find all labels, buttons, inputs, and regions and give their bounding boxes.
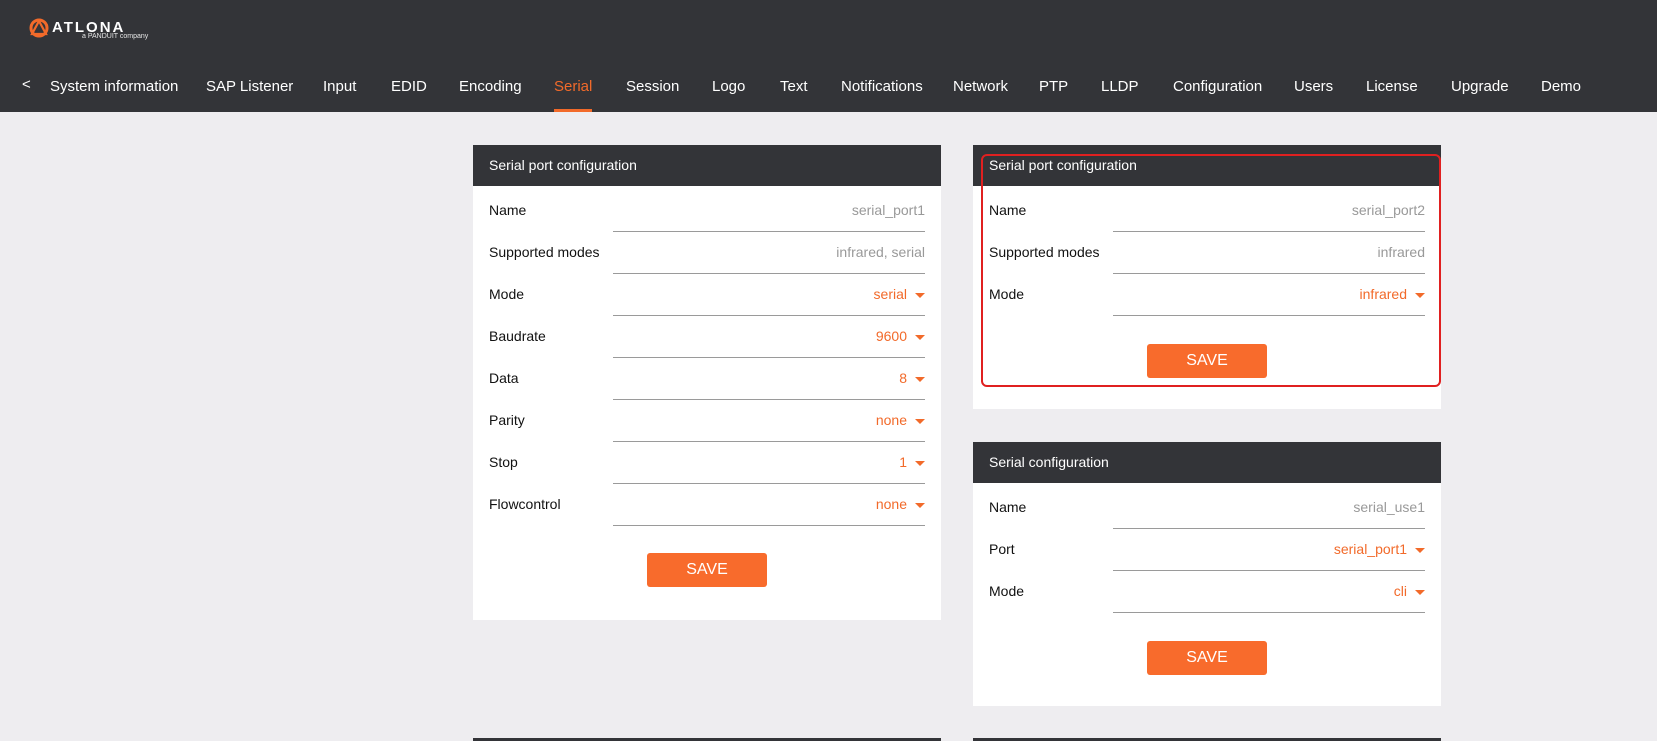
parity-row: Parity none bbox=[473, 400, 941, 442]
name-field[interactable]: serial_port1 bbox=[613, 190, 925, 232]
chevron-down-icon bbox=[915, 377, 925, 382]
mode-select[interactable]: cli bbox=[1113, 571, 1425, 613]
supported-modes-value: infrared, serial bbox=[836, 244, 925, 260]
tab-session[interactable]: Session bbox=[626, 66, 679, 112]
supported-modes-row: Supported modes infrared, serial bbox=[473, 232, 941, 274]
supported-modes-row: Supported modes infrared bbox=[973, 232, 1441, 274]
name-value: serial_use1 bbox=[1353, 499, 1425, 515]
supported-modes-field: infrared, serial bbox=[613, 232, 925, 274]
name-label: Name bbox=[489, 202, 527, 218]
flowcontrol-label: Flowcontrol bbox=[489, 496, 561, 512]
tab-system-information[interactable]: System information bbox=[50, 66, 178, 112]
tab-logo[interactable]: Logo bbox=[712, 66, 745, 112]
mode-row: Mode infrared bbox=[973, 274, 1441, 316]
mode-row: Mode cli bbox=[973, 571, 1441, 613]
chevron-down-icon bbox=[915, 503, 925, 508]
mode-label: Mode bbox=[989, 286, 1025, 302]
mode-select[interactable]: serial bbox=[613, 274, 925, 316]
flowcontrol-row: Flowcontrol none bbox=[473, 484, 941, 526]
panel-title: Serial port configuration bbox=[473, 145, 941, 186]
flowcontrol-select[interactable]: none bbox=[613, 484, 925, 526]
tab-license[interactable]: License bbox=[1366, 66, 1418, 112]
save-button[interactable]: SAVE bbox=[1147, 344, 1267, 378]
stop-label: Stop bbox=[489, 454, 518, 470]
mode-row: Mode serial bbox=[473, 274, 941, 316]
baudrate-row: Baudrate 9600 bbox=[473, 316, 941, 358]
serial-port1-panel: Serial port configuration Name serial_po… bbox=[473, 145, 941, 620]
supported-modes-value: infrared bbox=[1377, 244, 1425, 260]
chevron-down-icon bbox=[1415, 590, 1425, 595]
main-nav: < System information SAP Listener Input … bbox=[0, 66, 1657, 112]
top-bar: ATLONA a PANDUIT company < System inform… bbox=[0, 0, 1657, 112]
supported-modes-label: Supported modes bbox=[989, 244, 1100, 260]
supported-modes-field: infrared bbox=[1113, 232, 1425, 274]
tab-encoding[interactable]: Encoding bbox=[459, 66, 522, 112]
name-row: Name serial_use1 bbox=[973, 487, 1441, 529]
port-label: Port bbox=[989, 541, 1015, 557]
tab-upgrade[interactable]: Upgrade bbox=[1451, 66, 1509, 112]
chevron-down-icon bbox=[1415, 293, 1425, 298]
tab-serial[interactable]: Serial bbox=[554, 66, 593, 112]
tab-edid[interactable]: EDID bbox=[391, 66, 427, 112]
tab-demo[interactable]: Demo bbox=[1541, 66, 1581, 112]
panel-title: Serial port configuration bbox=[973, 145, 1441, 186]
mode-select[interactable]: infrared bbox=[1113, 274, 1425, 316]
name-value: serial_port1 bbox=[851, 202, 925, 218]
save-button[interactable]: SAVE bbox=[1147, 641, 1267, 675]
name-label: Name bbox=[989, 499, 1027, 515]
name-label: Name bbox=[989, 202, 1027, 218]
tab-text[interactable]: Text bbox=[780, 66, 808, 112]
mode-label: Mode bbox=[989, 583, 1025, 599]
baudrate-label: Baudrate bbox=[489, 328, 546, 344]
chevron-down-icon bbox=[915, 335, 925, 340]
nav-scroll-left-button[interactable]: < bbox=[22, 76, 31, 93]
atlona-logo[interactable]: ATLONA a PANDUIT company bbox=[28, 17, 148, 43]
name-field[interactable]: serial_use1 bbox=[1113, 487, 1425, 529]
port-row: Port serial_port1 bbox=[973, 529, 1441, 571]
serial-configuration-panel: Serial configuration Name serial_use1 Po… bbox=[973, 442, 1441, 706]
port-value: serial_port1 bbox=[1333, 541, 1407, 557]
panel-title: Serial configuration bbox=[973, 442, 1441, 483]
stop-select[interactable]: 1 bbox=[613, 442, 925, 484]
data-select[interactable]: 8 bbox=[613, 358, 925, 400]
tab-notifications[interactable]: Notifications bbox=[841, 66, 923, 112]
port-select[interactable]: serial_port1 bbox=[1113, 529, 1425, 571]
tab-ptp[interactable]: PTP bbox=[1039, 66, 1068, 112]
chevron-down-icon bbox=[915, 293, 925, 298]
mode-label: Mode bbox=[489, 286, 525, 302]
chevron-down-icon bbox=[915, 461, 925, 466]
tab-configuration[interactable]: Configuration bbox=[1173, 66, 1262, 112]
name-row: Name serial_port1 bbox=[473, 190, 941, 232]
tab-input[interactable]: Input bbox=[323, 66, 356, 112]
name-value: serial_port2 bbox=[1351, 202, 1425, 218]
parity-label: Parity bbox=[489, 412, 525, 428]
data-row: Data 8 bbox=[473, 358, 941, 400]
stop-row: Stop 1 bbox=[473, 442, 941, 484]
supported-modes-label: Supported modes bbox=[489, 244, 600, 260]
baudrate-select[interactable]: 9600 bbox=[613, 316, 925, 358]
name-row: Name serial_port2 bbox=[973, 190, 1441, 232]
chevron-down-icon bbox=[1415, 548, 1425, 553]
serial-port2-panel: Serial port configuration Name serial_po… bbox=[973, 145, 1441, 409]
parity-select[interactable]: none bbox=[613, 400, 925, 442]
brand-subtitle: a PANDUIT company bbox=[82, 33, 149, 40]
tab-sap-listener[interactable]: SAP Listener bbox=[206, 66, 293, 112]
data-label: Data bbox=[489, 370, 519, 386]
name-field[interactable]: serial_port2 bbox=[1113, 190, 1425, 232]
tab-lldp[interactable]: LLDP bbox=[1101, 66, 1139, 112]
atlona-logo-icon bbox=[29, 18, 49, 38]
chevron-down-icon bbox=[915, 419, 925, 424]
tab-network[interactable]: Network bbox=[953, 66, 1008, 112]
tab-users[interactable]: Users bbox=[1294, 66, 1333, 112]
save-button[interactable]: SAVE bbox=[647, 553, 767, 587]
